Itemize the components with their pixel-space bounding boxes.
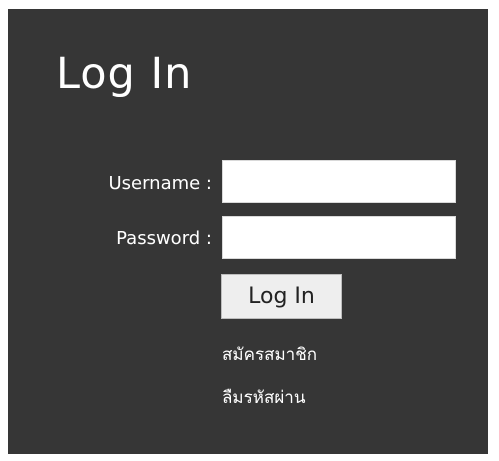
- register-link[interactable]: สมัครสมาชิก: [222, 344, 317, 366]
- page-title: Log In: [56, 49, 193, 99]
- password-label: Password :: [116, 228, 212, 249]
- username-label: Username :: [108, 173, 212, 194]
- username-input[interactable]: [222, 160, 456, 203]
- login-button[interactable]: Log In: [221, 274, 342, 319]
- password-input[interactable]: [222, 216, 456, 259]
- login-panel: Log In Username : Password : Log In สมัค…: [8, 9, 488, 454]
- forgot-password-link[interactable]: ลืมรหัสผ่าน: [222, 387, 305, 409]
